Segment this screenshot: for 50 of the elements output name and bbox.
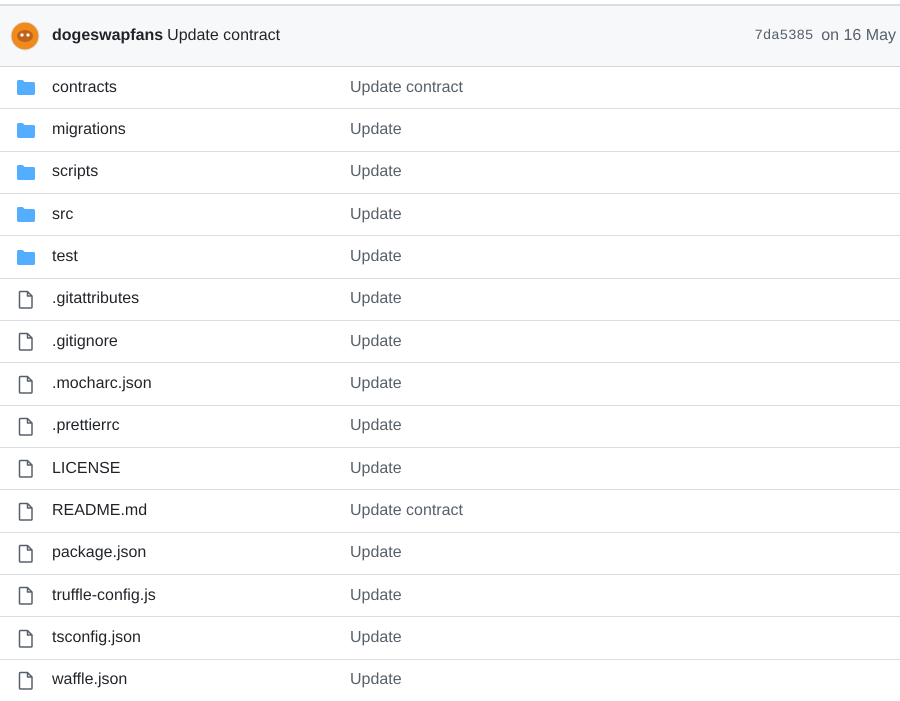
file-name-link[interactable]: contracts <box>52 76 350 100</box>
file-icon <box>16 586 35 606</box>
file-icon <box>16 374 35 394</box>
file-icon <box>16 459 35 478</box>
commit-message-link[interactable]: Update contract <box>350 76 463 100</box>
commit-sha[interactable]: 7da5385 <box>754 26 814 46</box>
commit-message[interactable]: Update contract <box>167 24 280 48</box>
commit-message-link[interactable]: Update <box>350 626 402 650</box>
commit-message-link[interactable]: Update <box>350 456 402 481</box>
file-name-link[interactable]: .gitignore <box>52 330 350 354</box>
folder-icon <box>16 248 35 267</box>
file-name-link[interactable]: README.md <box>52 499 350 524</box>
commit-date: on 16 May <box>821 26 896 46</box>
commit-message-link[interactable]: Update <box>350 118 402 142</box>
file-name-link[interactable]: src <box>52 202 350 227</box>
file-icon <box>16 416 35 436</box>
commit-message-link[interactable]: Update <box>350 414 402 438</box>
folder-icon <box>16 162 35 182</box>
file-icon <box>16 502 35 521</box>
commit-message-link[interactable]: Update <box>350 668 402 692</box>
commit-message-link[interactable]: Update <box>350 330 402 354</box>
file-name-link[interactable]: waffle.json <box>52 668 350 692</box>
commit-message-link[interactable]: Update <box>350 541 402 566</box>
folder-icon <box>16 78 35 98</box>
file-name-link[interactable]: .mocharc.json <box>52 372 350 396</box>
file-icon <box>16 544 35 563</box>
commit-message-link[interactable]: Update <box>350 372 402 396</box>
commit-message-link[interactable]: Update <box>350 287 402 312</box>
file-icon <box>16 332 35 352</box>
commit-message-link[interactable]: Update <box>350 202 402 227</box>
avatar-icon[interactable] <box>10 21 40 51</box>
file-icon <box>16 290 35 309</box>
file-name-link[interactable]: package.json <box>52 541 350 566</box>
file-icon <box>16 628 35 648</box>
file-name-link[interactable]: tsconfig.json <box>52 626 350 650</box>
file-name-link[interactable]: truffle-config.js <box>52 584 350 608</box>
file-name-link[interactable]: .gitattributes <box>52 287 350 312</box>
commit-message-link[interactable]: Update contract <box>350 499 463 524</box>
file-name-link[interactable]: LICENSE <box>52 456 350 481</box>
file-name-link[interactable]: migrations <box>52 118 350 142</box>
commit-message-link[interactable]: Update <box>350 245 402 270</box>
file-name-link[interactable]: .prettierrc <box>52 414 350 438</box>
file-name-link[interactable]: scripts <box>52 160 350 184</box>
file-name-link[interactable]: test <box>52 245 350 270</box>
folder-icon <box>16 120 35 140</box>
commit-message-link[interactable]: Update <box>350 160 402 184</box>
commit-message-link[interactable]: Update <box>350 584 402 608</box>
folder-icon <box>16 205 35 224</box>
file-icon <box>16 670 35 690</box>
commit-author[interactable]: dogeswapfans <box>52 24 164 48</box>
